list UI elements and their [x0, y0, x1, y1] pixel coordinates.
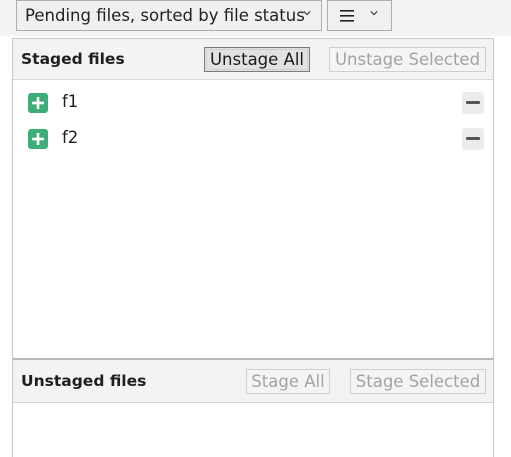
- list-item[interactable]: f2: [13, 120, 493, 156]
- list-view-options-button[interactable]: [327, 0, 392, 31]
- stage-selected-button[interactable]: Stage Selected: [350, 369, 486, 394]
- chevron-down-icon: [370, 11, 378, 16]
- unstaged-files-header: Unstaged files Stage All Stage Selected: [13, 360, 493, 403]
- toolbar: Pending files, sorted by file status: [0, 0, 511, 36]
- minus-icon[interactable]: [462, 92, 484, 114]
- staged-files-pane: Staged files Unstage All Unstage Selecte…: [12, 38, 494, 358]
- unstage-all-button[interactable]: Unstage All: [204, 47, 310, 72]
- plus-icon: [28, 93, 48, 113]
- list-item[interactable]: f1: [13, 84, 493, 120]
- unstaged-files-pane: Unstaged files Stage All Stage Selected: [12, 358, 494, 457]
- staged-files-header: Staged files Unstage All Unstage Selecte…: [13, 39, 493, 80]
- minus-icon[interactable]: [462, 128, 484, 150]
- stage-all-button[interactable]: Stage All: [246, 369, 330, 394]
- unstaged-files-title: Unstaged files: [21, 372, 147, 390]
- unstage-selected-button[interactable]: Unstage Selected: [329, 47, 486, 72]
- staged-files-title: Staged files: [21, 50, 125, 68]
- file-name: f1: [62, 92, 79, 111]
- view-mode-dropdown[interactable]: Pending files, sorted by file status: [16, 0, 322, 31]
- list-icon: [340, 10, 354, 22]
- file-name: f2: [62, 128, 79, 147]
- chevron-down-icon: [303, 11, 311, 16]
- view-mode-value: Pending files, sorted by file status: [25, 6, 305, 25]
- plus-icon: [28, 129, 48, 149]
